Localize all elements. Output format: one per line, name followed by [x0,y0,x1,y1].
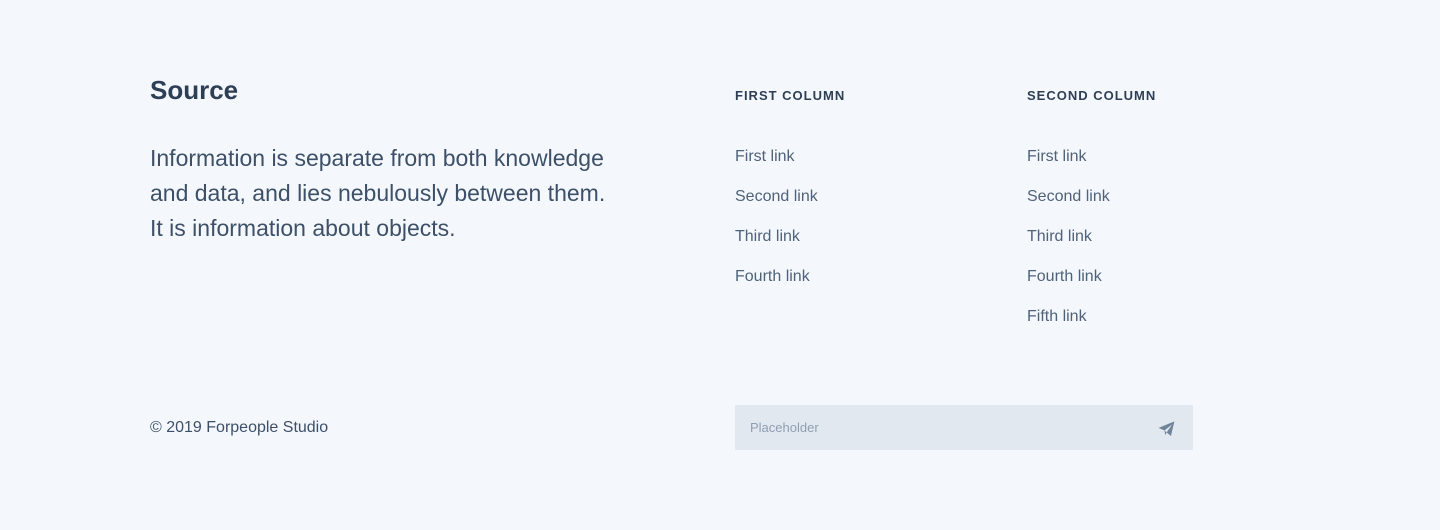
footer-link-fourth[interactable]: Fourth link [735,267,810,287]
footer-link-first[interactable]: First link [1027,147,1087,167]
column-heading: SECOND COLUMN [1027,88,1157,103]
list-item: Fifth link [1027,307,1156,347]
brand-description: Information is separate from both knowle… [150,145,606,241]
link-list: First link Second link Third link Fourth… [1027,147,1156,347]
send-icon [1157,419,1179,438]
copyright: © 2019 Forpeople Studio [150,419,329,436]
footer-link-fifth[interactable]: Fifth link [1027,307,1087,327]
footer-column-second: SECOND COLUMN First link Second link Thi… [1027,88,1156,347]
list-item: Third link [735,227,845,267]
footer-link-fourth[interactable]: Fourth link [1027,267,1102,287]
list-item: Second link [735,187,845,227]
list-item: Fourth link [1027,267,1156,307]
subscribe-form [735,405,1193,450]
footer-column-first: FIRST COLUMN First link Second link Thir… [735,88,845,307]
footer-link-first[interactable]: First link [735,147,795,167]
list-item: Second link [1027,187,1156,227]
footer-link-third[interactable]: Third link [1027,227,1092,247]
column-heading: FIRST COLUMN [735,88,846,103]
email-field[interactable] [735,405,1135,450]
send-button[interactable] [1157,417,1179,439]
list-item: Third link [1027,227,1156,267]
list-item: First link [735,147,845,187]
link-list: First link Second link Third link Fourth… [735,147,845,307]
footer-link-second[interactable]: Second link [735,187,818,207]
footer: Source Information is separate from both… [0,0,1440,530]
footer-link-second[interactable]: Second link [1027,187,1110,207]
brand-title: Source [150,75,239,105]
list-item: First link [1027,147,1156,187]
footer-link-third[interactable]: Third link [735,227,800,247]
list-item: Fourth link [735,267,845,307]
